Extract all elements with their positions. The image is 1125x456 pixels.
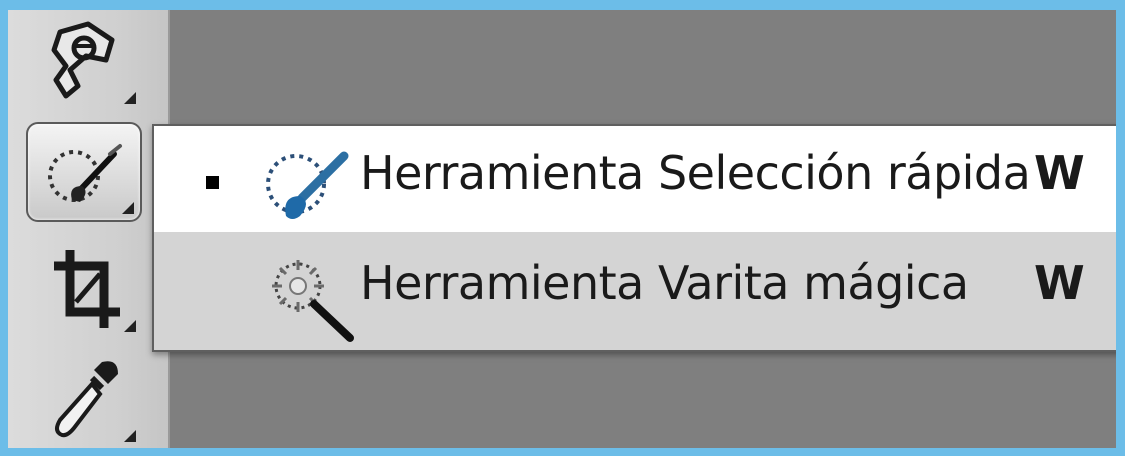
menu-item-quick-selection[interactable]: Herramienta Selección rápida W [154,126,1116,232]
quick-selection-icon [266,151,349,219]
tool-crop[interactable] [26,238,142,338]
tool-quick-selection[interactable] [26,122,142,222]
menu-item-label: Herramienta Selección rápida [360,146,1031,200]
menu-item-shortcut: W [1034,146,1085,200]
menu-item-shortcut: W [1034,256,1085,310]
tool-eyedropper[interactable] [26,348,142,448]
tool-flyout-menu: Herramienta Selección rápida W Herramien… [152,124,1116,352]
selected-bullet [206,176,219,189]
app-window: Herramienta Selección rápida W Herramien… [8,10,1116,448]
tool-group-indicator [124,320,136,332]
menu-item-magic-wand[interactable]: Herramienta Varita mágica W [154,236,1116,342]
tools-panel [8,10,170,448]
magic-wand-icon [272,260,354,342]
tool-lasso[interactable] [26,10,142,110]
tool-group-indicator [124,92,136,104]
tool-group-indicator [122,202,134,214]
tool-group-indicator [124,430,136,442]
menu-item-label: Herramienta Varita mágica [360,256,969,310]
